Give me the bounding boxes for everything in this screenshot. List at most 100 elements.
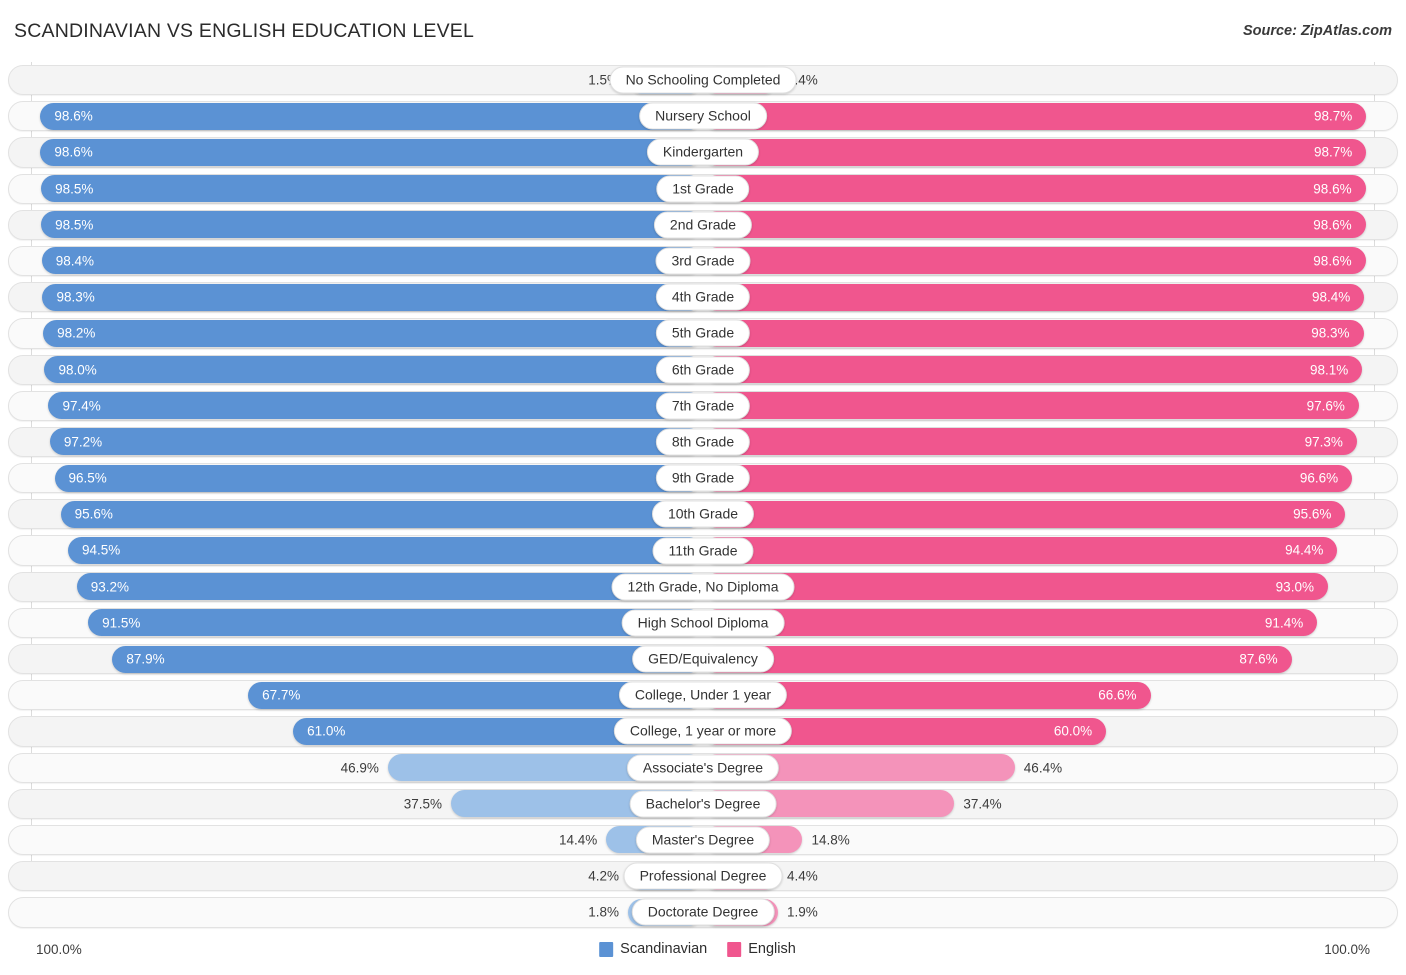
bar-scandinavian[interactable]: 94.5%	[67, 536, 703, 564]
bar-english[interactable]: 98.6%	[703, 175, 1366, 203]
bar-value-inside: 98.3%	[56, 289, 95, 305]
bar-value-inside: 96.6%	[1299, 470, 1339, 486]
bar-english[interactable]: 98.7%	[703, 138, 1367, 166]
half-right: 97.3%	[703, 428, 1374, 456]
half-right: 95.6%	[703, 500, 1374, 528]
chart-row: 61.0% 60.0% College, 1 year or more	[0, 713, 1406, 749]
chart-row: 1.5% 1.4% No Schooling Completed	[0, 62, 1406, 98]
bar-scandinavian[interactable]: 98.4%	[41, 247, 703, 275]
chart-row: 1.8% 1.9% Doctorate Degree	[0, 894, 1406, 930]
bar-value-inside: 98.4%	[55, 253, 95, 269]
half-left: 91.5%	[31, 609, 703, 637]
legend-item[interactable]: English	[727, 941, 796, 957]
half-left: 93.2%	[31, 573, 703, 601]
bar-scandinavian[interactable]: 95.6%	[60, 500, 703, 528]
category-label: Associate's Degree	[626, 754, 780, 782]
bar-value-inside: 96.5%	[68, 470, 107, 486]
bar-value-inside: 93.0%	[1275, 579, 1314, 595]
half-right: 96.6%	[703, 464, 1374, 492]
chart-row: 95.6% 95.6% 10th Grade	[0, 496, 1406, 532]
half-left: 94.5%	[31, 536, 703, 564]
bar-scandinavian[interactable]: 98.6%	[40, 138, 703, 166]
chart-row: 4.2% 4.4% Professional Degree	[0, 858, 1406, 894]
half-right: 93.0%	[703, 573, 1374, 601]
half-left: 1.8%	[31, 898, 703, 926]
category-label: 12th Grade, No Diploma	[611, 573, 795, 601]
chart-row: 96.5% 96.6% 9th Grade	[0, 460, 1406, 496]
bar-scandinavian[interactable]: 87.9%	[112, 645, 703, 673]
category-label: Master's Degree	[635, 826, 771, 854]
bar-scandinavian[interactable]: 98.2%	[43, 319, 703, 347]
category-label: GED/Equivalency	[632, 645, 774, 673]
bar-english[interactable]: 98.6%	[703, 211, 1366, 239]
bar-value-inside: 67.7%	[262, 687, 301, 703]
chart-row: 97.2% 97.3% 8th Grade	[0, 424, 1406, 460]
bar-value-inside: 97.3%	[1304, 434, 1343, 450]
half-left: 97.4%	[31, 392, 703, 420]
bar-english[interactable]: 98.3%	[703, 319, 1364, 347]
bar-english[interactable]: 98.7%	[703, 102, 1367, 130]
bar-value-inside: 61.0%	[307, 723, 346, 739]
chart-row: 67.7% 66.6% College, Under 1 year	[0, 677, 1406, 713]
bar-value-outside: 46.9%	[340, 760, 379, 776]
bar-scandinavian[interactable]: 91.5%	[88, 609, 703, 637]
bar-english[interactable]: 95.6%	[703, 500, 1346, 528]
chart-row: 98.5% 98.6% 1st Grade	[0, 171, 1406, 207]
bar-value-outside: 37.5%	[403, 796, 442, 812]
category-label: 5th Grade	[655, 319, 751, 347]
half-left: 4.2%	[31, 862, 703, 890]
bar-english[interactable]: 98.4%	[703, 283, 1365, 311]
bar-scandinavian[interactable]: 98.5%	[41, 211, 703, 239]
half-right: 98.1%	[703, 356, 1374, 383]
half-right: 37.4%	[703, 790, 1374, 818]
half-right: 98.4%	[703, 283, 1374, 311]
bar-english[interactable]: 98.1%	[703, 356, 1363, 383]
axis-max-label: 100.0%	[1324, 942, 1370, 957]
half-right: 66.6%	[703, 681, 1374, 709]
bar-scandinavian[interactable]: 98.0%	[44, 356, 703, 383]
half-right: 1.4%	[703, 66, 1374, 94]
bar-value-outside: 4.2%	[588, 868, 619, 884]
legend-item[interactable]: Scandinavian	[599, 941, 707, 957]
half-left: 97.2%	[31, 428, 703, 456]
bar-scandinavian[interactable]: 97.2%	[49, 428, 703, 456]
half-right: 98.3%	[703, 319, 1374, 347]
bar-value-inside: 98.6%	[1313, 181, 1352, 197]
half-left: 98.0%	[31, 356, 703, 383]
category-label: Bachelor's Degree	[629, 790, 777, 818]
bar-value-inside: 98.0%	[58, 362, 97, 377]
bar-english[interactable]: 93.0%	[703, 573, 1328, 601]
bar-value-inside: 98.5%	[55, 181, 94, 197]
category-label: 7th Grade	[655, 392, 751, 420]
bar-english[interactable]: 96.6%	[703, 464, 1353, 492]
bar-scandinavian[interactable]: 97.4%	[48, 392, 703, 420]
half-right: 98.6%	[703, 211, 1374, 239]
category-label: 6th Grade	[655, 356, 751, 384]
category-label: Nursery School	[639, 102, 767, 130]
bar-value-inside: 98.2%	[57, 325, 96, 341]
bar-english[interactable]: 94.4%	[703, 536, 1338, 564]
bar-value-inside: 98.6%	[54, 144, 93, 160]
bar-english[interactable]: 91.4%	[703, 609, 1318, 637]
bar-english[interactable]: 97.6%	[703, 392, 1359, 420]
bar-english[interactable]: 87.6%	[703, 645, 1292, 673]
half-right: 98.6%	[703, 247, 1374, 275]
bar-value-inside: 98.7%	[1313, 144, 1353, 160]
half-left: 98.5%	[31, 175, 703, 203]
page-title: SCANDINAVIAN VS ENGLISH EDUCATION LEVEL	[14, 20, 475, 42]
half-left: 87.9%	[31, 645, 703, 673]
half-left: 1.5%	[31, 66, 703, 94]
half-right: 98.6%	[703, 175, 1374, 203]
bar-english[interactable]: 98.6%	[703, 247, 1366, 275]
bar-value-inside: 98.4%	[1311, 289, 1351, 305]
bar-scandinavian[interactable]: 93.2%	[76, 573, 703, 601]
half-left: 14.4%	[31, 826, 703, 854]
half-right: 4.4%	[703, 862, 1374, 890]
bar-scandinavian[interactable]: 96.5%	[54, 464, 703, 492]
bar-scandinavian[interactable]: 98.3%	[42, 283, 703, 311]
half-left: 98.6%	[31, 102, 703, 130]
bar-scandinavian[interactable]: 98.5%	[41, 175, 703, 203]
half-left: 95.6%	[31, 500, 703, 528]
bar-scandinavian[interactable]: 98.6%	[40, 102, 703, 130]
bar-english[interactable]: 97.3%	[703, 428, 1357, 456]
